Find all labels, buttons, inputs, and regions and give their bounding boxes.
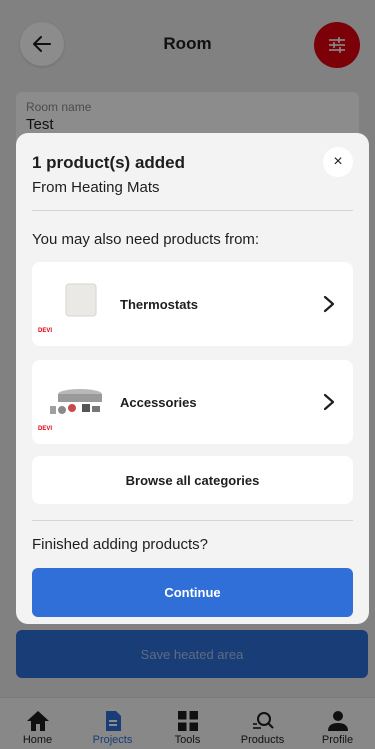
chevron-right-icon [323,393,335,411]
devi-logo: DEVI [38,426,53,432]
thermostat-icon [65,283,97,317]
accessories-icon [50,389,102,414]
category-card-accessories[interactable]: DEVI Accessories [32,360,353,444]
accessories-thumbnail: DEVI [36,376,106,432]
category-label-thermostats: Thermostats [120,296,199,312]
category-card-thermostats[interactable]: DEVI Thermostats [32,262,353,346]
modal-title: 1 product(s) added [32,153,186,172]
close-icon: × [333,153,343,170]
continue-button[interactable]: Continue [32,568,353,617]
products-added-modal: 1 product(s) added From Heating Mats × Y… [16,133,369,624]
thermostat-thumbnail: DEVI [36,278,106,334]
devi-logo: DEVI [38,328,53,334]
suggestion-heading: You may also need products from: [32,231,260,248]
browse-all-categories-button[interactable]: Browse all categories [32,456,353,504]
modal-subtitle: From Heating Mats [32,179,160,196]
divider [32,520,353,521]
chevron-right-icon [323,295,335,313]
finished-heading: Finished adding products? [32,536,208,553]
modal-header: 1 product(s) added From Heating Mats × [32,133,353,211]
category-label-accessories: Accessories [120,394,197,410]
close-button[interactable]: × [323,147,353,177]
